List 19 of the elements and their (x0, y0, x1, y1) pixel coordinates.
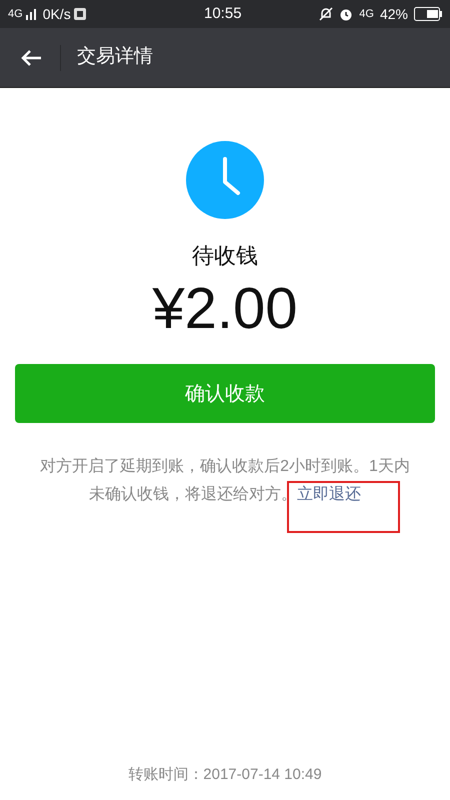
transfer-time: 转账时间：2017-07-14 10:49 (128, 764, 322, 784)
back-arrow-icon[interactable] (20, 48, 42, 66)
network-label: 4G (359, 6, 374, 22)
signal-icon (24, 8, 39, 20)
battery-icon (414, 7, 442, 21)
alarm-icon (339, 7, 354, 21)
amount: ¥2.00 (152, 275, 298, 343)
clock-time: 10:55 (204, 4, 242, 24)
network-speed: 0K/s (42, 4, 71, 24)
refund-link[interactable]: 立即退还 (297, 486, 361, 503)
muted-bell-icon (319, 7, 334, 21)
status-label: 待收钱 (192, 242, 258, 270)
page-title: 交易详情 (77, 45, 153, 70)
network-label: 4G (8, 6, 23, 22)
notification-icon (74, 8, 86, 20)
battery-percent: 42% (380, 4, 408, 24)
confirm-button[interactable]: 确认收款 (15, 364, 435, 423)
clock-icon (186, 141, 264, 219)
notice-text: 对方开启了延期到账，确认收款后2小时到账。1天内未确认收钱，将退还给对方。立即退还 (39, 456, 411, 505)
